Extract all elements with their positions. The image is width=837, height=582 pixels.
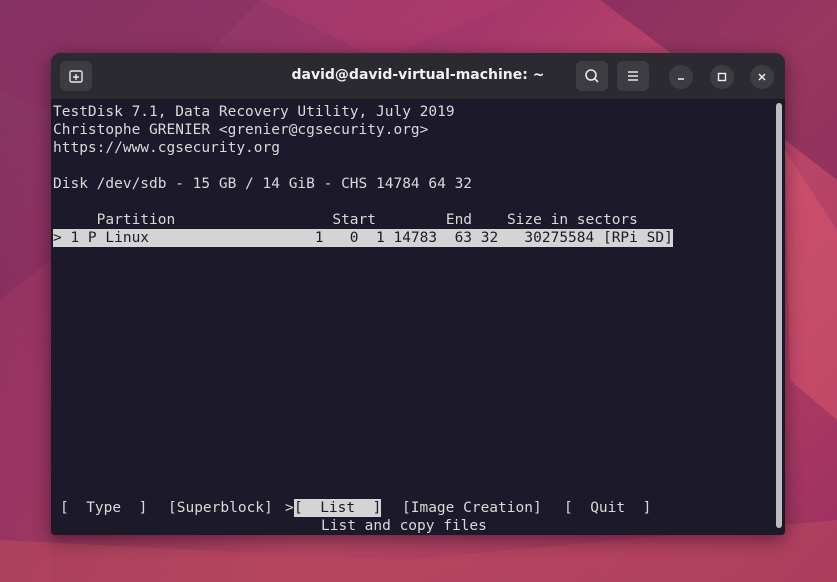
menu-button[interactable]	[617, 61, 649, 91]
header-line-1: TestDisk 7.1, Data Recovery Utility, Jul…	[53, 104, 455, 120]
minimize-icon	[678, 78, 684, 80]
header-line-2: Christophe GRENIER <grenier@cgsecurity.o…	[53, 122, 429, 138]
hamburger-menu-icon	[628, 71, 638, 81]
maximize-button[interactable]	[710, 65, 734, 89]
terminal-window: david@david-virtual-machine: ~ TestDisk …	[51, 53, 785, 535]
menu-list[interactable]: [ List ]	[294, 499, 382, 517]
scrollbar[interactable]	[776, 103, 782, 528]
title-bar: david@david-virtual-machine: ~	[51, 53, 785, 100]
partition-row[interactable]: > 1 P Linux 1 0 1 14783 63 32 30275584 […	[53, 229, 673, 247]
menu-list-prefix: >	[285, 500, 294, 516]
menu-hint: List and copy files	[321, 518, 487, 534]
header-line-3: https://www.cgsecurity.org	[53, 140, 280, 156]
menu-type[interactable]: [ Type ]	[60, 499, 147, 517]
disk-info: Disk /dev/sdb - 15 GB / 14 GiB - CHS 147…	[53, 176, 473, 192]
minimize-button[interactable]	[669, 65, 693, 89]
maximize-icon	[717, 72, 727, 82]
close-button[interactable]	[750, 65, 774, 89]
menu-image-creation[interactable]: [Image Creation]	[402, 499, 542, 517]
search-button[interactable]	[576, 61, 608, 91]
menu-superblock[interactable]: [Superblock]	[168, 499, 273, 517]
terminal-area[interactable]: TestDisk 7.1, Data Recovery Utility, Jul…	[51, 100, 776, 535]
search-icon	[585, 69, 599, 83]
columns-header: Partition Start End Size in sectors	[53, 212, 638, 228]
close-icon	[758, 73, 766, 81]
menu-quit[interactable]: [ Quit ]	[564, 499, 651, 517]
